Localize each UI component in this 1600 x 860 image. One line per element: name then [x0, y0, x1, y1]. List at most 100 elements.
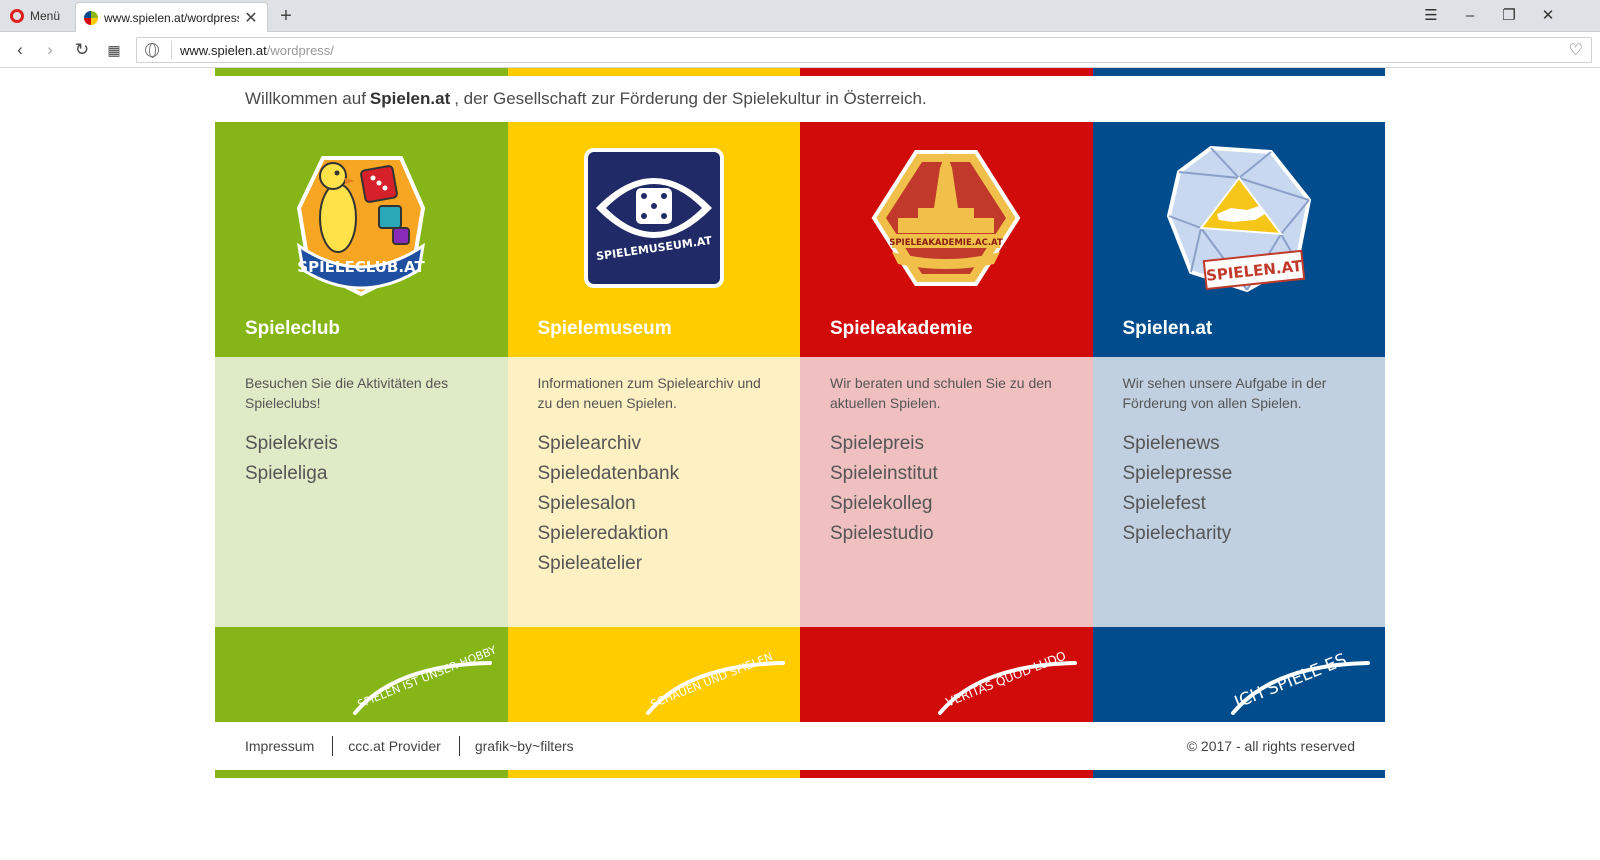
spielen-at-footer: ICH SPIELE ES: [1092, 627, 1385, 722]
reload-icon[interactable]: ↻: [70, 38, 94, 62]
url-host: www.spielen.at: [180, 42, 267, 58]
close-tab-icon[interactable]: ✕: [243, 8, 259, 28]
spieleakademie-logo-icon: SPIELEAKADEMIE.AC.AT: [871, 150, 1021, 286]
link-spielekreis[interactable]: Spielekreis: [245, 429, 478, 459]
column-spielemuseum: SPIELEMUSEUM.AT Spielemuseum Information…: [507, 122, 800, 722]
spielemuseum-title[interactable]: Spielemuseum: [538, 318, 672, 340]
page-content: Willkommen auf Spielen.at , der Gesellsc…: [215, 68, 1385, 778]
favicon-icon: [84, 10, 98, 25]
stripe-red: [800, 68, 1093, 76]
welcome-after: , der Gesellschaft zur Förderung der Spi…: [454, 89, 927, 108]
welcome-before: Willkommen auf: [245, 89, 366, 108]
footer-link-grafik[interactable]: grafik~by~filters: [475, 738, 574, 754]
footer-link-impressum[interactable]: Impressum: [245, 738, 314, 754]
spieleclub-header[interactable]: SPIELECLUB.AT Spieleclub: [215, 122, 508, 357]
close-window-icon[interactable]: ✕: [1536, 4, 1560, 28]
url-divider: [171, 41, 172, 59]
link-spieleliga[interactable]: Spieleliga: [245, 459, 478, 489]
spieleakademie-description: Wir beraten und schulen Sie zu den aktue…: [830, 375, 1052, 411]
spielen-at-description: Wir sehen unsere Aufgabe in der Förderun…: [1122, 375, 1327, 411]
stripe-green: [215, 68, 508, 76]
link-spielefest[interactable]: Spielefest: [1123, 489, 1356, 519]
new-tab-button[interactable]: +: [274, 4, 298, 28]
link-spielestudio[interactable]: Spielestudio: [830, 519, 1063, 549]
link-spieledatenbank[interactable]: Spieledatenbank: [538, 459, 771, 489]
spielemuseum-slogan-graphic: SCHAUEN UND SPIELEN: [645, 650, 785, 715]
stripe-yellow: [507, 68, 800, 76]
stripe-red: [800, 770, 1093, 778]
spieleakademie-slogan: VERITAS QUOD LUDO: [944, 649, 1068, 710]
bottom-color-stripe: [215, 770, 1385, 778]
spieleakademie-logo-text: SPIELEAKADEMIE.AC.AT: [889, 238, 1003, 248]
bookmark-heart-icon[interactable]: ♡: [1569, 40, 1583, 60]
spieleclub-description: Besuchen Sie die Aktivitäten des Spielec…: [245, 375, 449, 411]
spielemuseum-slogan: SCHAUEN UND SPIELEN: [648, 650, 774, 711]
spieleclub-body: Besuchen Sie die Aktivitäten des Spielec…: [215, 357, 508, 627]
link-spielekolleg[interactable]: Spielekolleg: [830, 489, 1063, 519]
spieleakademie-header[interactable]: SPIELEAKADEMIE.AC.AT Spieleakademie: [800, 122, 1093, 357]
spielemuseum-description: Informationen zum Spielearchiv und zu de…: [537, 375, 761, 411]
spielemuseum-header[interactable]: SPIELEMUSEUM.AT Spielemuseum: [507, 122, 800, 357]
spieleakademie-footer: VERITAS QUOD LUDO: [800, 627, 1093, 722]
tab-bar: Menü www.spielen.at/wordpress ✕ + ☰ – ❐ …: [0, 0, 1600, 32]
forward-icon[interactable]: ›: [38, 38, 62, 62]
spieleclub-footer: SPIELEN IST UNSER HOBBY: [215, 627, 508, 722]
spieleclub-slogan-graphic: SPIELEN IST UNSER HOBBY: [353, 643, 495, 715]
spielemuseum-logo-icon: SPIELEMUSEUM.AT: [583, 148, 724, 288]
link-spielearchiv[interactable]: Spielearchiv: [538, 429, 771, 459]
top-color-stripe: [215, 68, 1385, 76]
column-spielen-at: SPIELEN.AT Spielen.at Wir sehen unsere A…: [1092, 122, 1385, 722]
category-columns: SPIELECLUB.AT Spieleclub Besuchen Sie di…: [215, 122, 1385, 722]
tab-menu-icon[interactable]: ☰: [1419, 4, 1443, 28]
stripe-yellow: [507, 770, 800, 778]
url-path: /wordpress/: [266, 42, 334, 58]
spieleclub-slogan: SPIELEN IST UNSER HOBBY: [356, 643, 495, 711]
spielen-at-slogan: ICH SPIELE ES: [1231, 650, 1349, 713]
spieleclub-title[interactable]: Spieleclub: [245, 318, 340, 340]
link-spielesalon[interactable]: Spielesalon: [538, 489, 771, 519]
footer-link-provider[interactable]: ccc.at Provider: [348, 738, 441, 754]
tab-title: www.spielen.at/wordpress: [104, 10, 239, 25]
spielemuseum-body: Informationen zum Spielearchiv und zu de…: [507, 357, 800, 627]
welcome-brand: Spielen.at: [369, 89, 451, 108]
speed-dial-icon[interactable]: ▦: [102, 38, 126, 62]
link-spieleredaktion[interactable]: Spieleredaktion: [538, 519, 771, 549]
footer-divider: [332, 736, 334, 756]
spielen-at-slogan-graphic: ICH SPIELE ES: [1230, 650, 1370, 715]
spieleclub-logo-text: SPIELECLUB.AT: [297, 258, 425, 276]
link-spieleinstitut[interactable]: Spieleinstitut: [830, 459, 1063, 489]
spieleclub-logo-icon: SPIELECLUB.AT: [296, 156, 425, 297]
globe-icon: [145, 43, 159, 58]
stripe-blue: [1092, 770, 1385, 778]
link-spieleatelier[interactable]: Spieleatelier: [538, 549, 771, 579]
column-spieleclub: SPIELECLUB.AT Spieleclub Besuchen Sie di…: [215, 122, 508, 722]
restore-icon[interactable]: ❐: [1497, 4, 1521, 28]
spieleakademie-slogan-graphic: VERITAS QUOD LUDO: [938, 649, 1077, 715]
spielemuseum-footer: SCHAUEN UND SPIELEN: [507, 627, 800, 722]
url-input[interactable]: www.spielen.at /wordpress/ ♡: [136, 37, 1592, 63]
link-spielepresse[interactable]: Spielepresse: [1123, 459, 1356, 489]
browser-tab[interactable]: www.spielen.at/wordpress ✕: [75, 2, 268, 32]
link-spielenews[interactable]: Spielenews: [1123, 429, 1356, 459]
menu-label: Menü: [30, 9, 61, 23]
opera-menu-button[interactable]: Menü: [0, 0, 74, 32]
footer-divider: [458, 736, 460, 756]
welcome-line: Willkommen auf Spielen.at , der Gesellsc…: [215, 76, 1385, 122]
page-footer: Impressum ccc.at Provider grafik~by~filt…: [215, 722, 1385, 770]
stripe-green: [215, 770, 508, 778]
spielen-at-logo-icon: SPIELEN.AT: [1166, 145, 1311, 293]
link-spielecharity[interactable]: Spielecharity: [1123, 519, 1356, 549]
stripe-blue: [1092, 68, 1385, 76]
opera-logo-icon: [10, 9, 24, 23]
address-bar: ‹ › ↻ ▦ www.spielen.at /wordpress/ ♡: [0, 32, 1600, 68]
spieleakademie-title[interactable]: Spieleakademie: [830, 318, 973, 340]
link-spielepreis[interactable]: Spielepreis: [830, 429, 1063, 459]
back-icon[interactable]: ‹: [8, 38, 32, 62]
spielen-at-header[interactable]: SPIELEN.AT Spielen.at: [1092, 122, 1385, 357]
column-spieleakademie: SPIELEAKADEMIE.AC.AT Spieleakademie Wir …: [800, 122, 1093, 722]
spieleakademie-body: Wir beraten und schulen Sie zu den aktue…: [800, 357, 1093, 627]
minimize-icon[interactable]: –: [1458, 4, 1482, 28]
spielen-at-body: Wir sehen unsere Aufgabe in der Förderun…: [1092, 357, 1385, 627]
copyright-text: © 2017 - all rights reserved: [1186, 738, 1355, 754]
spielen-at-title[interactable]: Spielen.at: [1123, 318, 1213, 340]
